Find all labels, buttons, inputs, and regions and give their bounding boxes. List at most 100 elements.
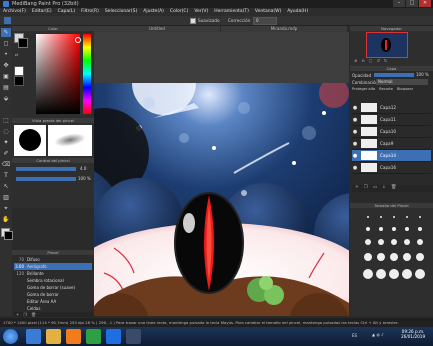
size-preset-dot[interactable] xyxy=(380,216,382,218)
size-preset-dot[interactable] xyxy=(363,269,373,279)
taskbar-ie-icon[interactable] xyxy=(26,329,41,344)
text-tool-icon[interactable]: T xyxy=(1,171,11,180)
bucket-tool-icon[interactable]: ⬙ xyxy=(1,94,11,103)
eye-icon[interactable]: ● xyxy=(352,141,358,147)
lasso-tool-icon[interactable]: ◌ xyxy=(1,127,11,136)
delete-layer-icon[interactable]: 🗑 xyxy=(391,185,397,192)
size-preset-dot[interactable] xyxy=(403,253,411,261)
menu-color[interactable]: Color(C) xyxy=(167,8,191,16)
menu-capa[interactable]: Capa(L) xyxy=(55,8,79,16)
antialias-checkbox[interactable] xyxy=(190,18,196,24)
blend-mode-select[interactable]: Normal xyxy=(376,79,428,85)
size-preset-dot[interactable] xyxy=(405,227,409,231)
size-preset-dot[interactable] xyxy=(378,239,384,245)
size-preset-dot[interactable] xyxy=(418,227,422,231)
close-button[interactable]: ✕ xyxy=(419,0,431,7)
layer-opacity-slider[interactable] xyxy=(374,73,414,77)
gradient-tool-icon[interactable]: ▤ xyxy=(1,83,11,92)
layer-row[interactable]: ● Capa12 xyxy=(352,102,431,114)
eyedropper-tool-icon[interactable]: ⌖ xyxy=(1,204,11,213)
hue-slider[interactable] xyxy=(83,34,91,114)
maximize-button[interactable]: □ xyxy=(406,0,418,7)
zoom-out-icon[interactable]: ⊖ xyxy=(361,58,364,63)
eye-icon[interactable]: ● xyxy=(352,153,358,159)
brush-item-brillante[interactable]: 120 Brillante xyxy=(14,270,92,277)
size-preset-dot[interactable] xyxy=(392,227,396,231)
layer-row[interactable]: ● Capa16 xyxy=(352,162,431,174)
white-swatch[interactable] xyxy=(14,66,24,76)
new-layer-icon[interactable]: + xyxy=(355,185,359,192)
taskbar-app-icon[interactable] xyxy=(106,329,121,344)
brush-size-slider[interactable] xyxy=(16,167,76,171)
size-preset-dot[interactable] xyxy=(404,239,410,245)
brush-item-difuso[interactable]: 70 Difuso xyxy=(14,256,92,263)
fit-icon[interactable]: ▢ xyxy=(369,58,373,63)
language-indicator[interactable]: ES xyxy=(352,333,357,338)
zoom-in-icon[interactable]: ⊕ xyxy=(354,58,357,63)
size-preset-dot[interactable] xyxy=(366,227,370,231)
protect-alpha-checkbox[interactable]: Proteger alfa xyxy=(352,87,375,91)
size-preset-dot[interactable] xyxy=(406,216,408,218)
menu-archivo[interactable]: Archivo(F) xyxy=(0,8,29,16)
move-tool-icon[interactable]: ✥ xyxy=(1,61,11,70)
size-preset-dot[interactable] xyxy=(367,216,369,218)
select-tool-icon[interactable]: ⬚ xyxy=(1,116,11,125)
eye-icon[interactable]: ● xyxy=(352,165,358,171)
background-swatch[interactable] xyxy=(4,231,13,240)
taskbar-chrome-icon[interactable] xyxy=(86,329,101,344)
copy-brush-icon[interactable]: ❐ xyxy=(23,312,27,317)
size-preset-dot[interactable] xyxy=(376,269,386,279)
menu-seleccionar[interactable]: Seleccionar(S) xyxy=(102,8,140,16)
hand-tool-icon[interactable]: ✋ xyxy=(1,215,11,224)
brush-item-goma[interactable]: Goma de borrar xyxy=(14,291,92,298)
size-preset-dot[interactable] xyxy=(365,239,371,245)
brush-item-aerografo[interactable]: 3.00 Aerógrafo xyxy=(14,263,92,270)
menu-ver[interactable]: Ver(V) xyxy=(191,8,211,16)
layer-row[interactable]: ● Capa9 xyxy=(352,138,431,150)
eye-icon[interactable]: ● xyxy=(352,129,358,135)
size-preset-dot[interactable] xyxy=(389,269,399,279)
brush-item-editar-area[interactable]: Editar Área AA xyxy=(14,298,92,305)
saturation-value-picker[interactable] xyxy=(36,34,80,114)
black-swatch[interactable] xyxy=(14,76,24,86)
color-picker-handle[interactable] xyxy=(75,37,81,43)
brush-opacity-slider[interactable] xyxy=(16,177,76,181)
brush-item-celdas[interactable]: Celdas xyxy=(14,305,92,312)
size-preset-dot[interactable] xyxy=(390,253,398,261)
taskbar-medibang-icon[interactable] xyxy=(126,329,141,344)
size-preset-dot[interactable] xyxy=(419,216,421,218)
menu-herramienta[interactable]: Herramienta(T) xyxy=(211,8,252,16)
size-preset-dot[interactable] xyxy=(415,269,425,279)
swap-colors-icon[interactable]: ⇄ xyxy=(15,52,18,57)
brush-item-sembra-rotacional[interactable]: Sembra rotacional xyxy=(14,277,92,284)
select-eraser-icon[interactable]: ⌫ xyxy=(1,160,11,169)
rotate-left-icon[interactable]: ↺ xyxy=(377,58,380,63)
layer-row[interactable]: ● Capa11 xyxy=(352,114,431,126)
size-preset-dot[interactable] xyxy=(416,253,424,261)
start-button[interactable] xyxy=(3,329,18,344)
layer-row[interactable]: ● Capa10 xyxy=(352,126,431,138)
menu-ayuda[interactable]: Ayuda(H) xyxy=(284,8,311,16)
delete-brush-icon[interactable]: 🗑 xyxy=(31,312,36,317)
divide-tool-icon[interactable]: ▥ xyxy=(1,193,11,202)
brush-tool-icon[interactable]: ✎ xyxy=(1,28,11,37)
size-preset-dot[interactable] xyxy=(379,227,383,231)
size-preset-dot[interactable] xyxy=(393,216,395,218)
clock[interactable]: 09:26 p.m. 26/01/2019 xyxy=(401,329,425,339)
menu-filtro[interactable]: Filtro(R) xyxy=(78,8,102,16)
menu-ajuste[interactable]: Ajuste(A) xyxy=(140,8,167,16)
menu-ventana[interactable]: Ventana(W) xyxy=(252,8,284,16)
eye-icon[interactable]: ● xyxy=(352,105,358,111)
taskbar-media-icon[interactable] xyxy=(66,329,81,344)
select-pen-icon[interactable]: ✐ xyxy=(1,149,11,158)
navigator-thumbnail[interactable] xyxy=(366,32,408,58)
size-preset-dot[interactable] xyxy=(377,253,385,261)
folder-icon[interactable]: ▭ xyxy=(373,185,377,192)
operation-tool-icon[interactable]: ↖ xyxy=(1,182,11,191)
taskbar-folder-icon[interactable] xyxy=(46,329,61,344)
lock-checkbox[interactable]: Bloquear xyxy=(397,87,413,91)
size-preset-dot[interactable] xyxy=(391,239,397,245)
correction-select[interactable]: 0 xyxy=(253,17,277,25)
rotate-right-icon[interactable]: ↻ xyxy=(384,58,387,63)
layer-row-selected[interactable]: ● Capa14 xyxy=(352,150,431,162)
